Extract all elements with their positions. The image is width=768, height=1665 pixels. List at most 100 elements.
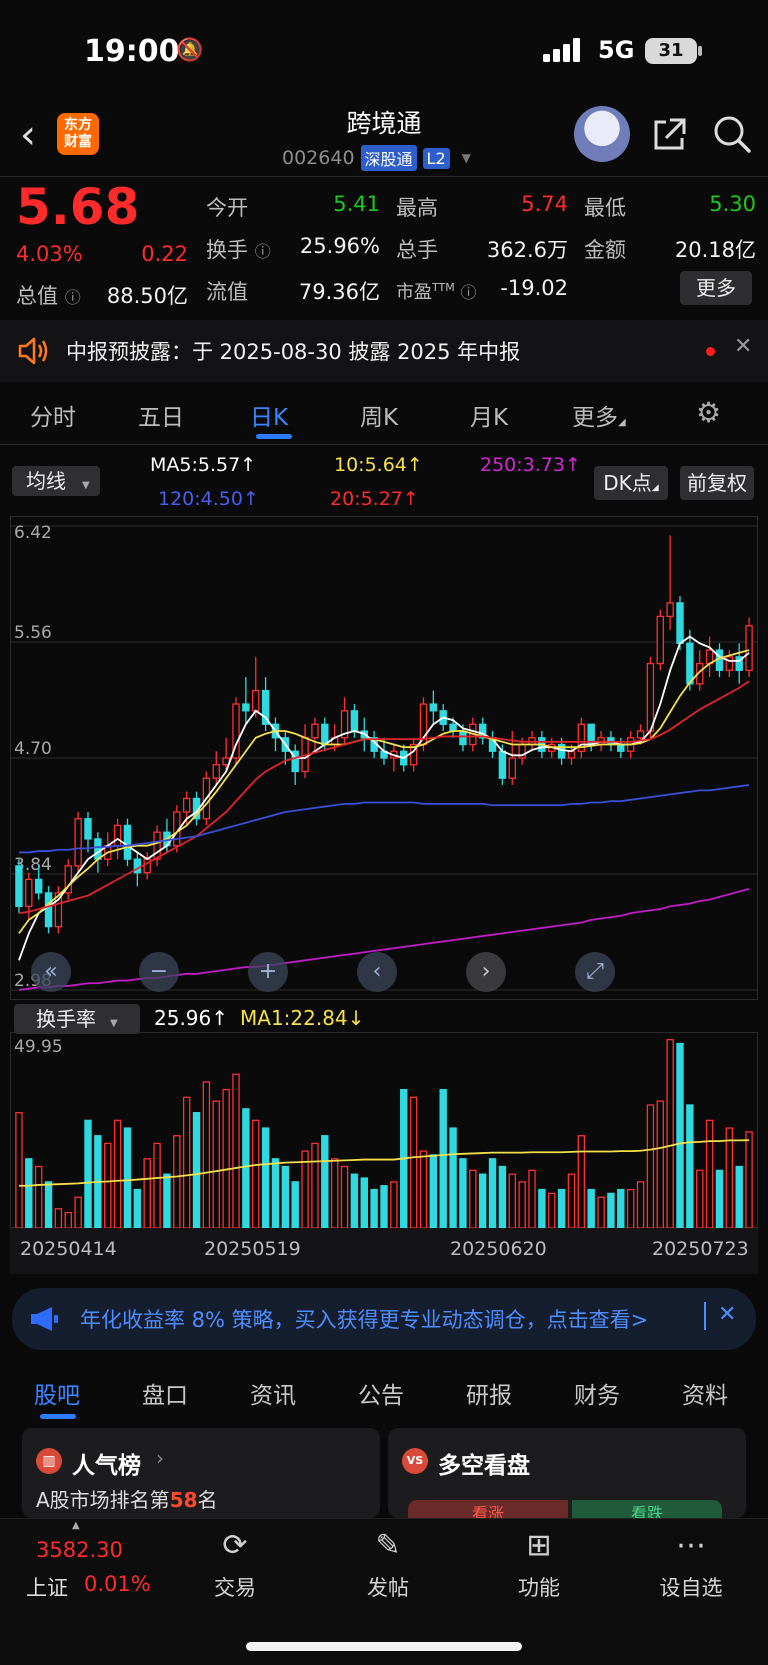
more-icon: ⋯ [676,1528,706,1563]
bear-button[interactable]: 看跌 [572,1500,722,1518]
turnover-bar [330,1158,339,1228]
candle-body [25,878,33,908]
x-tick-label: 20250414 [20,1238,117,1260]
nav-functions[interactable]: ⊞ 功能 [484,1528,594,1602]
tab-monthly-k[interactable]: 月K [470,398,508,432]
x-tick-label: 20250723 [652,1238,749,1260]
change-amount: 0.22 [141,242,188,266]
tab-daily-k[interactable]: 日K [250,398,288,432]
tab-profile[interactable]: 资料 [682,1376,728,1410]
battery-icon: 31 [645,38,697,64]
candle-body [252,689,260,712]
notice-text[interactable]: 中报预披露：于 2025-08-30 披露 2025 年中报 [66,336,520,366]
index-value[interactable]: 3582.30 [36,1538,123,1562]
tab-financials[interactable]: 财务 [574,1376,620,1410]
turnover-bar [478,1173,487,1228]
ma-line-ma20 [18,680,750,915]
bull-button[interactable]: 看涨 [408,1500,568,1518]
tab-weekly-k[interactable]: 周K [360,398,398,432]
turnover-bar [212,1100,220,1228]
tab-announcements[interactable]: 公告 [358,1376,404,1410]
index-name[interactable]: 上证 [26,1572,68,1602]
candle-body [666,602,674,618]
assistant-avatar-icon[interactable] [574,106,630,162]
candle-body [212,764,220,779]
turnover-bar [321,1135,329,1228]
popularity-title: 人气榜 [72,1453,141,1479]
caret-down-icon: ▼ [82,480,90,491]
candlestick-chart[interactable]: 6.425.564.703.842.98 [10,516,758,1000]
nav-trade[interactable]: ⟳ 交易 [180,1528,290,1602]
turnover-bar [182,1096,191,1228]
turnover-bar [360,1177,368,1228]
turnover-bar [104,1142,112,1228]
low-label: 最低 [584,196,626,220]
tab-five-day[interactable]: 五日 [138,398,184,432]
tab-more[interactable]: 更多◢ [572,398,626,432]
candle-body [636,730,645,739]
index-change[interactable]: 0.01% [84,1572,151,1596]
volume-label: 总手 [396,238,438,262]
turnover-bar [252,1119,260,1228]
turnover-bar [745,1131,753,1228]
search-icon[interactable] [712,114,752,154]
x-tick-label: 20250620 [450,1238,547,1260]
candle-body [725,656,734,671]
turnover-bar [143,1158,151,1228]
candle-body [44,892,53,928]
tab-order-book[interactable]: 盘口 [142,1376,188,1410]
candle-body [74,818,82,867]
promo-text[interactable]: 年化收益率 8% 策略，买入获得更专业动态调仓，点击查看> [80,1304,648,1334]
settings-gear-icon[interactable]: ⚙ [696,396,721,429]
dk-point-button[interactable]: DK点◢ [594,466,668,500]
turnover-bar [587,1188,595,1228]
share-icon[interactable] [650,116,688,154]
divider [0,176,768,177]
turnover-bar [696,1169,704,1228]
turnover-bar [34,1165,43,1228]
pe-label: 市盈TTM ⓘ [396,281,477,303]
tab-research[interactable]: 研报 [466,1376,512,1410]
ma1-value: MA1:22.84↓ [240,1006,365,1030]
last-price: 5.68 [16,178,140,236]
zoom-in-icon[interactable]: + [248,952,288,992]
turnover-label: 换手 ⓘ [206,238,271,262]
tab-intraday[interactable]: 分时 [30,398,76,432]
nav-add-watchlist[interactable]: ⋯ 设自选 [636,1528,746,1602]
turnover-bar-chart[interactable]: 49.95 [10,1032,758,1228]
ranking-icon: ▥ [36,1448,62,1474]
turnover-bar [350,1173,359,1228]
turnover-bar [222,1088,230,1228]
corner-triangle-icon: ◢ [618,417,626,428]
tab-news[interactable]: 资讯 [250,1376,296,1410]
turnover-bar [390,1181,398,1228]
close-icon[interactable]: ✕ [718,1302,736,1327]
total-value: 88.50亿 [106,284,188,308]
sub-indicator-selector[interactable]: 换手率 ▼ [14,1004,140,1034]
chevron-right-icon: › [156,1446,164,1470]
candle-body [656,615,664,665]
y-tick-label: 49.95 [14,1037,63,1057]
turnover-bar [370,1188,378,1228]
stock-code-row[interactable]: 002640 深股通 L2 ▼ [282,144,471,172]
adjust-button[interactable]: 前复权 [680,466,754,500]
scroll-left-icon[interactable]: ‹ [357,952,397,992]
zoom-out-icon[interactable]: − [139,952,179,992]
turnover-bar [567,1173,576,1228]
chevron-down-icon: ▼ [461,151,471,165]
more-button[interactable]: 更多 [680,271,752,305]
fullscreen-icon[interactable]: ⤢ [575,952,615,992]
unread-dot [706,347,715,356]
candle-body [311,723,319,739]
scroll-right-icon[interactable]: › [466,952,506,992]
turnover-bar [340,1165,349,1228]
popularity-rank: A股市场排名第58名 [36,1488,218,1512]
nav-post[interactable]: ✎ 发帖 [333,1528,443,1602]
ma-selector[interactable]: 均线 ▼ [12,466,100,496]
scroll-far-left-icon[interactable]: « [31,952,71,992]
tab-forum[interactable]: 股吧 [34,1376,80,1410]
turnover-bar [192,1112,201,1228]
close-icon[interactable]: ✕ [734,334,752,359]
edit-icon: ✎ [375,1528,401,1563]
turnover-bar [705,1119,714,1228]
